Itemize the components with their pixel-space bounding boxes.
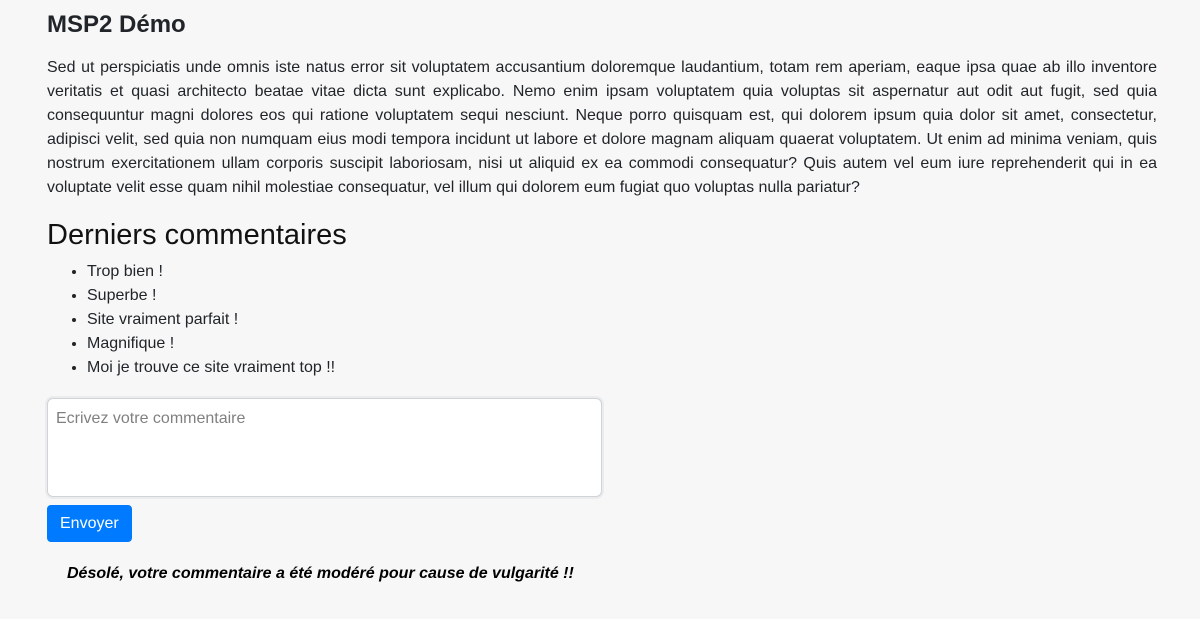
list-item: Site vraiment parfait ! — [87, 308, 1157, 332]
comment-form: Envoyer — [47, 398, 1157, 542]
list-item: Trop bien ! — [87, 260, 1157, 284]
intro-paragraph: Sed ut perspiciatis unde omnis iste natu… — [47, 59, 1157, 196]
main-container: MSP2 Démo Sed ut perspiciatis unde omnis… — [47, 0, 1157, 586]
send-button[interactable]: Envoyer — [47, 505, 132, 542]
comments-heading: Derniers commentaires — [47, 219, 347, 251]
comments-list: Trop bien ! Superbe ! Site vraiment parf… — [47, 260, 1157, 380]
page-title: MSP2 Démo — [47, 11, 186, 38]
list-item: Magnifique ! — [87, 332, 1157, 356]
comment-textarea[interactable] — [47, 398, 602, 497]
list-item: Superbe ! — [87, 284, 1157, 308]
moderation-message: Désolé, votre commentaire a été modéré p… — [67, 565, 574, 582]
list-item: Moi je trouve ce site vraiment top !! — [87, 356, 1157, 380]
